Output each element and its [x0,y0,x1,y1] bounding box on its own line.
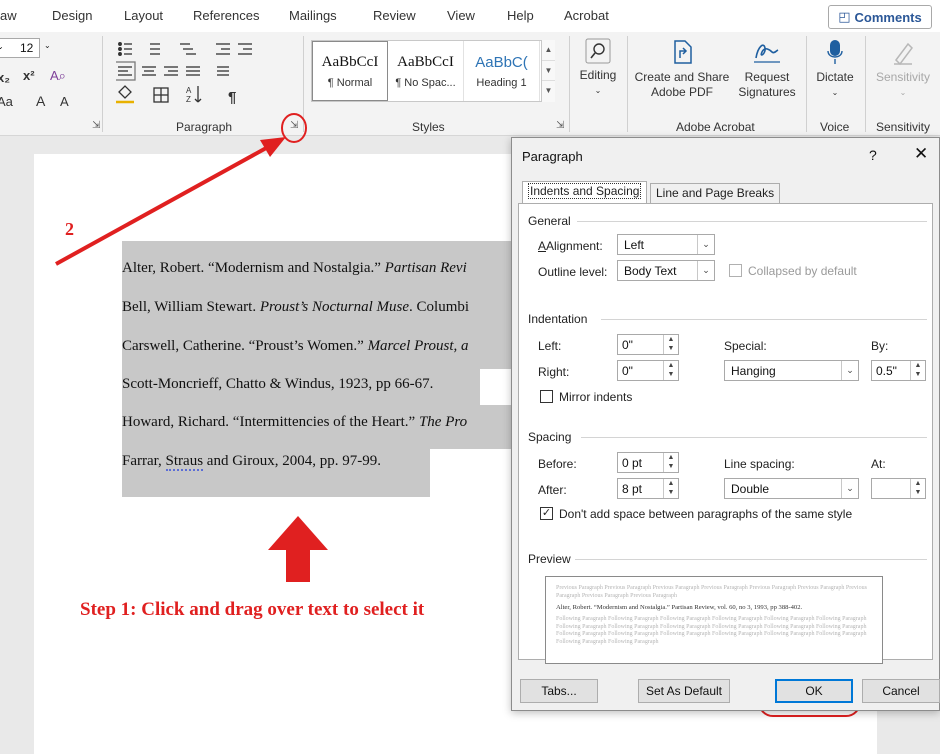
spin-arrows-icon[interactable]: ▲ ▼ [663,361,678,380]
ok-button[interactable]: OK [775,679,853,703]
annotation-number-2: 2 [65,219,74,239]
by-label: By: [871,339,889,353]
chevron-down-icon[interactable]: ⌄ [697,261,714,280]
outline-level-label: Outline level: [538,265,607,279]
outline-level-value: Body Text [624,264,677,278]
before-label: Before: [538,457,577,471]
right-indent-stepper[interactable]: 0" ▲ ▼ [617,360,679,381]
annotation-circle-launcher [281,113,307,143]
chevron-down-icon[interactable]: ⌄ [841,479,858,498]
right-indent-label: Right: [538,365,570,379]
dialog-title: Paragraph [522,149,583,164]
indents-spacing-panel: General AAlignment: Left ⌄ Outline level… [518,203,933,664]
spin-arrows-icon[interactable]: ▲ ▼ [663,335,678,354]
chevron-down-icon[interactable]: ⌄ [841,361,858,380]
collapsed-label: Collapsed by default [748,264,857,278]
set-as-default-button[interactable]: Set As Default [638,679,730,703]
space-after-stepper[interactable]: 8 pt ▲ ▼ [617,478,679,499]
mirror-indents-label: Mirror indents [559,390,633,404]
outline-level-select[interactable]: Body Text ⌄ [617,260,715,281]
mirror-indents-checkbox[interactable] [540,390,553,403]
preview-sample-text: Alter, Robert. “Modernism and Nostalgia.… [556,604,803,611]
preview-following-text: Following Paragraph Following Paragraph … [556,616,867,645]
dont-add-space-checkbox[interactable]: ✓ [540,507,553,520]
left-indent-stepper[interactable]: 0" ▲ ▼ [617,334,679,355]
annotation-arrow-2 [55,145,269,266]
line-spacing-value: Double [731,482,770,496]
tab-indents-spacing[interactable]: Indents and Spacing [522,181,648,203]
general-section-title: General [528,214,571,228]
spin-arrows-icon[interactable]: ▲ ▼ [663,453,678,472]
line-spacing-label: Line spacing: [724,457,795,471]
line-spacing-select[interactable]: Double ⌄ [724,478,859,499]
after-label: After: [538,483,567,497]
left-indent-value: 0" [622,338,633,352]
paragraph-dialog: Paragraph ? ✕ General AAlignment: Left ⌄… [511,137,940,711]
close-icon[interactable]: ✕ [914,144,928,164]
space-after-value: 8 pt [622,482,643,496]
right-indent-value: 0" [622,364,633,378]
collapsed-checkbox[interactable] [729,264,742,277]
tab-line-page-breaks[interactable]: Line and Page Breaks [650,183,781,203]
chevron-down-icon[interactable]: ⌄ [697,235,714,254]
help-button[interactable]: ? [869,147,877,163]
at-label: At: [871,457,886,471]
cancel-button[interactable]: Cancel [862,679,940,703]
alignment-label-text: Alignment: [546,239,603,253]
spin-arrows-icon[interactable]: ▲ ▼ [910,361,925,380]
annotation-step1-text: Step 1: Click and drag over text to sele… [80,599,425,620]
left-indent-label: Left: [538,339,562,353]
alignment-select[interactable]: Left ⌄ [617,234,715,255]
section-divider [575,559,927,560]
preview-previous-text: Previous Paragraph Previous Paragraph Pr… [556,585,867,599]
alignment-value: Left [624,238,645,252]
preview-section-title: Preview [528,552,571,566]
by-stepper[interactable]: 0.5" ▲ ▼ [871,360,926,381]
special-value: Hanging [731,364,776,378]
section-divider [577,221,927,222]
spin-arrows-icon[interactable]: ▲ ▼ [663,479,678,498]
spacing-section-title: Spacing [528,430,572,444]
special-label: Special: [724,339,767,353]
paragraph-preview: Previous Paragraph Previous Paragraph Pr… [545,576,883,664]
indentation-section-title: Indentation [528,312,588,326]
section-divider [581,437,927,438]
space-before-stepper[interactable]: 0 pt ▲ ▼ [617,452,679,473]
section-divider [601,319,927,320]
outline-level-label-text: Outline level: [538,265,608,279]
tabs-button[interactable]: Tabs... [520,679,598,703]
tab-indents-spacing-label: Indents and Spacing [528,183,642,199]
at-stepper[interactable]: ▲ ▼ [871,478,926,499]
dont-add-space-label: Don't add space between paragraphs of th… [559,507,853,521]
by-value: 0.5" [876,364,897,378]
annotation-arrow-step1 [268,516,328,582]
alignment-label: AAlignment: [538,239,603,253]
space-before-value: 0 pt [622,456,643,470]
spin-arrows-icon[interactable]: ▲ ▼ [910,479,925,498]
special-select[interactable]: Hanging ⌄ [724,360,859,381]
